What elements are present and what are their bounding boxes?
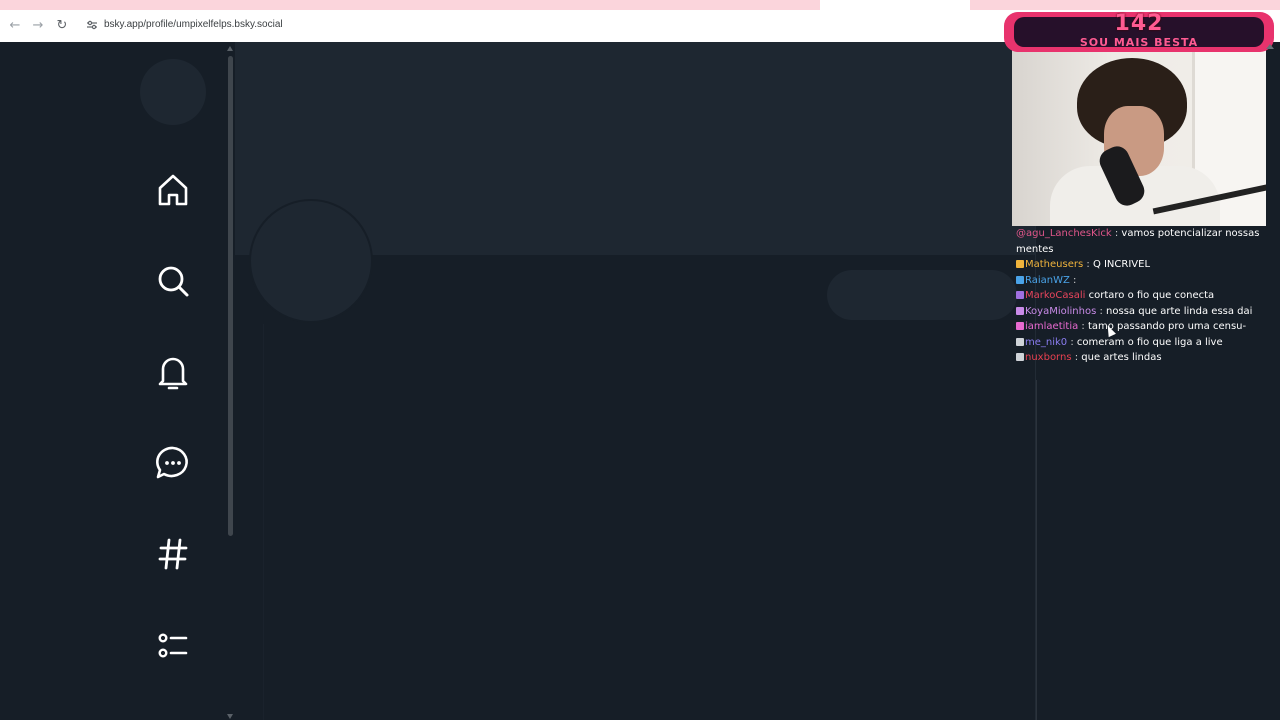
- chat-text: cortaro o fio que conecta: [1088, 290, 1215, 301]
- badge-icon: [1016, 306, 1024, 315]
- home-icon: [158, 174, 188, 206]
- profile-avatar-placeholder[interactable]: [249, 199, 373, 323]
- chat-username: Matheusers: [1025, 259, 1084, 270]
- scroll-down-arrow-icon[interactable]: [227, 714, 233, 719]
- nav-chat[interactable]: [154, 444, 192, 482]
- chat-separator: :: [1111, 228, 1122, 239]
- follow-button-placeholder[interactable]: [827, 270, 1017, 320]
- chat-text: nossa que arte linda essa dai: [1106, 305, 1253, 317]
- chat-separator: :: [1069, 274, 1077, 286]
- chat-separator: :: [1078, 321, 1088, 332]
- profile-main: [235, 42, 1036, 720]
- arrow-right-icon[interactable]: →: [30, 18, 46, 34]
- chat-separator: :: [1071, 352, 1082, 363]
- chat-username: nuxborns: [1025, 352, 1072, 363]
- stream-chat: @agu_LanchesKick : vamos potencializar n…: [1016, 226, 1266, 366]
- user-avatar-placeholder[interactable]: [140, 59, 206, 125]
- chat-text: Q INCRIVEL: [1092, 259, 1151, 270]
- badge-icon: [1016, 353, 1024, 361]
- bell-icon: [158, 357, 188, 390]
- nav-feeds[interactable]: [154, 535, 192, 573]
- chat-message: @agu_LanchesKick : vamos potencializar n…: [1016, 226, 1266, 257]
- badge-icon: [1016, 291, 1024, 299]
- chat-divider: [1036, 380, 1037, 720]
- scroll-up-arrow-icon[interactable]: [227, 46, 233, 51]
- nav-home[interactable]: [154, 171, 192, 209]
- hashtag-icon: [158, 538, 188, 570]
- chat-message: me_nik0 : comeram o fio que liga a live: [1016, 335, 1266, 351]
- scrollbar-thumb[interactable]: [228, 56, 233, 536]
- chat-username: KoyaMiolinhos: [1025, 305, 1097, 317]
- left-scrollbar[interactable]: [227, 46, 234, 719]
- nav-search[interactable]: [154, 262, 192, 300]
- reload-icon[interactable]: ↻: [54, 18, 70, 34]
- chat-separator: :: [1096, 305, 1107, 317]
- chat-message: KoyaMiolinhos : nossa que arte linda ess…: [1016, 304, 1266, 320]
- stream-counter: 142: [1114, 11, 1164, 36]
- chat-message: MarkoCasali cortaro o fio que conecta: [1016, 288, 1266, 304]
- right-scroll-up-icon[interactable]: [1266, 44, 1274, 54]
- chat-username: @agu_LanchesKick: [1016, 228, 1112, 239]
- chat-message: iamlaetitia : tamo passando pro uma cens…: [1016, 319, 1266, 335]
- chat-separator: :: [1067, 336, 1077, 348]
- badge-icon: [1016, 275, 1024, 284]
- chat-text: que artes lindas: [1081, 352, 1162, 363]
- stream-subtitle: SOU MAIS BESTA: [1079, 36, 1199, 49]
- webcam-video: [1012, 46, 1266, 226]
- chat-username: MarkoCasali: [1025, 290, 1086, 301]
- search-icon: [158, 266, 189, 297]
- webcam-overlay: 142 SOU MAIS BESTA: [1004, 6, 1274, 226]
- chat-username: me_nik0: [1025, 336, 1068, 348]
- nav-notifications[interactable]: [154, 353, 192, 391]
- divider: [263, 324, 264, 720]
- active-tab[interactable]: [820, 0, 970, 10]
- chat-username: iamlaetitia: [1025, 321, 1079, 332]
- webcam-header: 142 SOU MAIS BESTA: [1004, 11, 1274, 52]
- list-icon: [158, 633, 188, 658]
- chat-bubble-icon: [156, 446, 188, 479]
- nav-lists[interactable]: [154, 626, 192, 664]
- chat-message: Matheusers : Q INCRIVEL: [1016, 257, 1266, 273]
- badge-icon: [1016, 337, 1024, 346]
- chat-text: comeram o fio que liga a live: [1076, 336, 1223, 348]
- arrow-left-icon[interactable]: ←: [7, 18, 23, 34]
- address-bar[interactable]: bsky.app/profile/umpixelfelps.bsky.socia…: [104, 19, 283, 30]
- chat-separator: :: [1083, 259, 1093, 270]
- badge-icon: [1016, 260, 1024, 268]
- badge-icon: [1016, 322, 1024, 330]
- left-nav: [0, 42, 228, 720]
- chat-username: RaianWZ: [1025, 274, 1070, 286]
- site-settings-icon[interactable]: [86, 19, 98, 31]
- chat-message: RaianWZ :: [1016, 273, 1266, 289]
- chat-message: nuxborns : que artes lindas: [1016, 350, 1266, 366]
